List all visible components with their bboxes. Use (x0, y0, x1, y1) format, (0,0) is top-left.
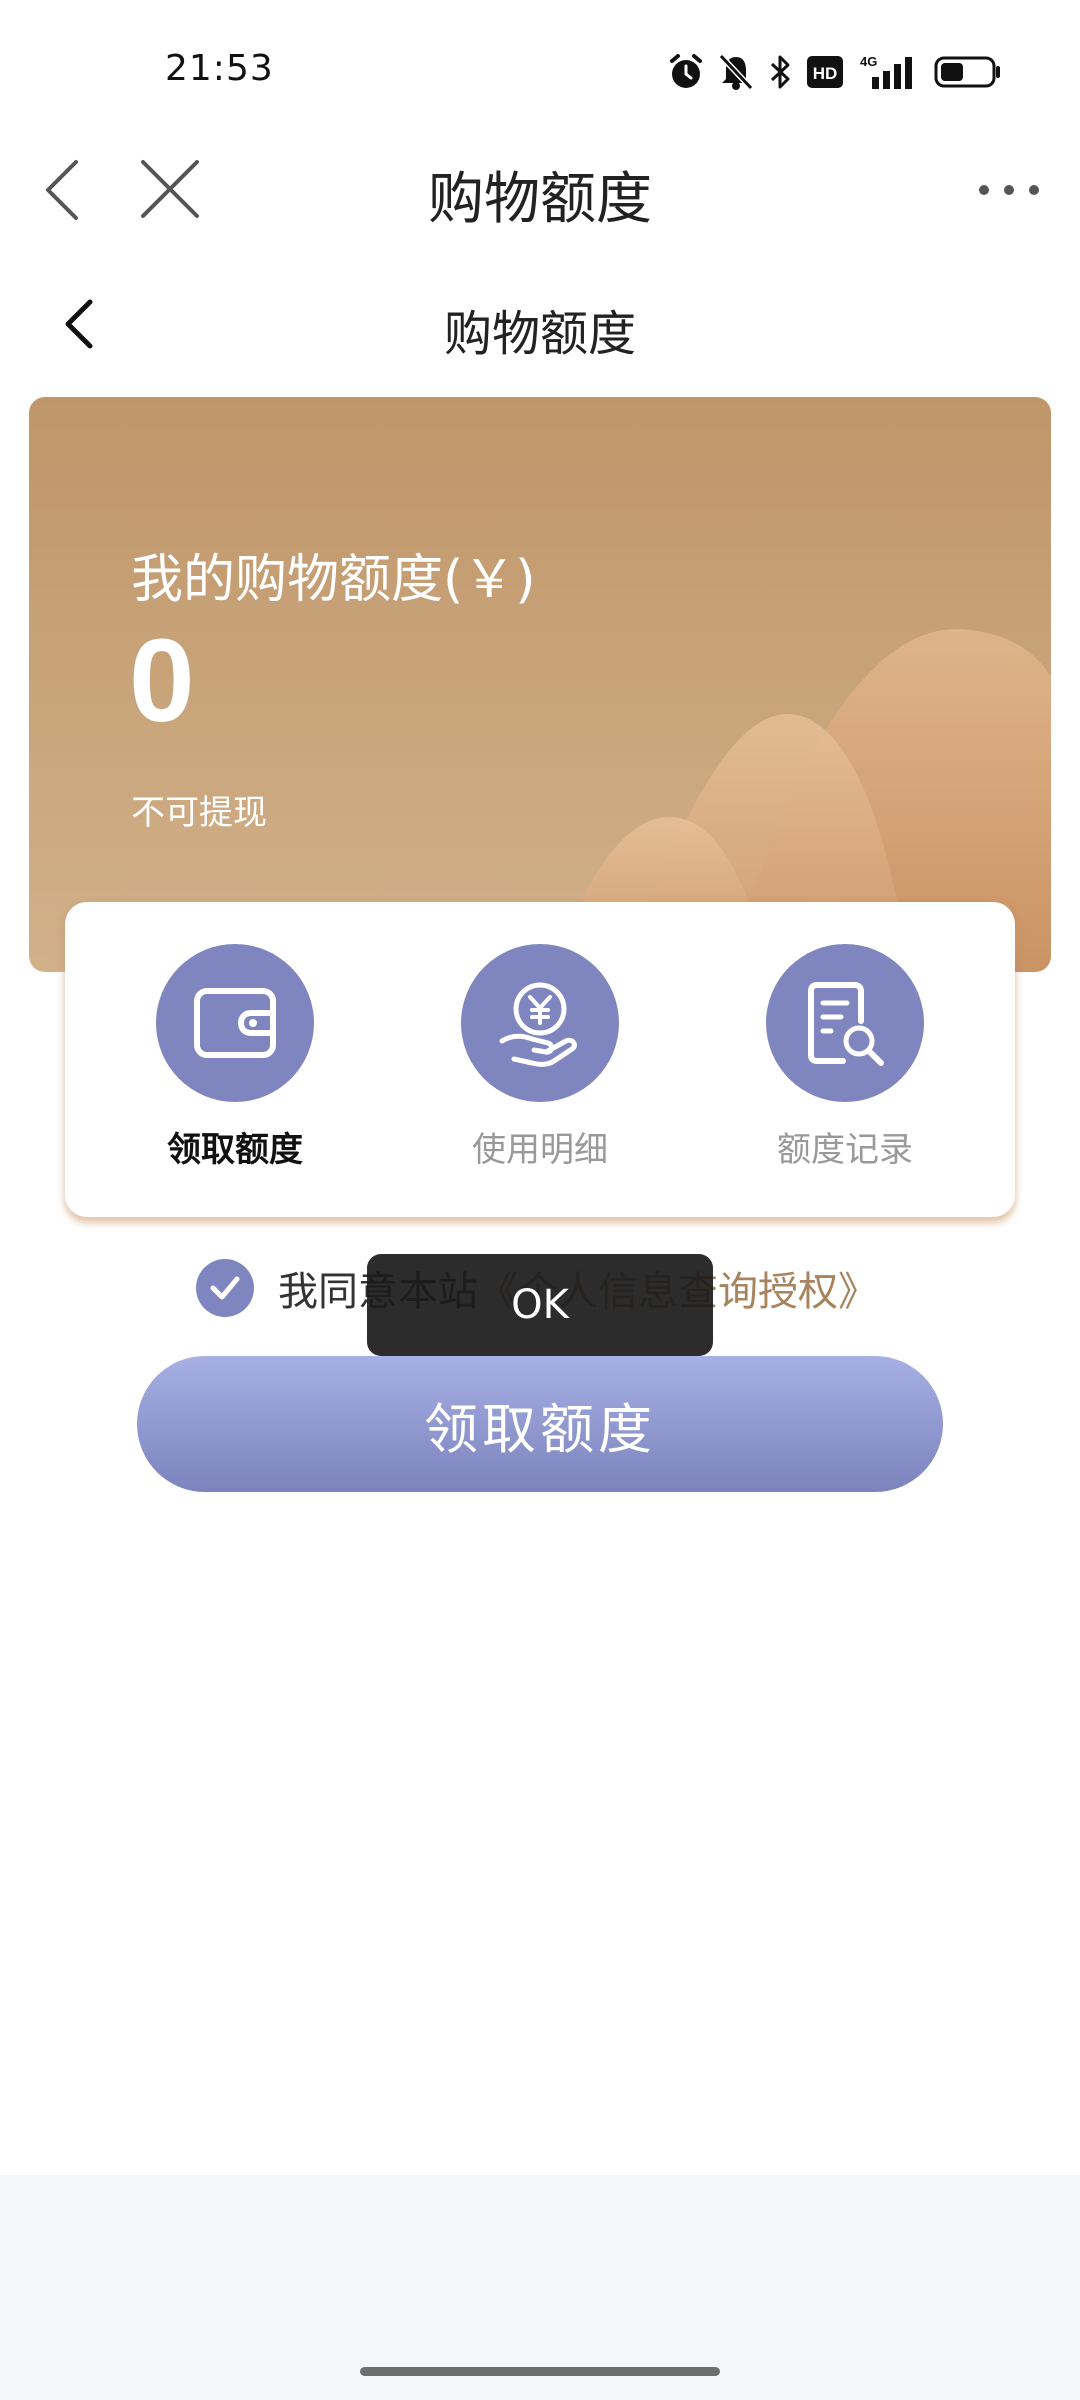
toast: OK (367, 1254, 713, 1356)
bluetooth-icon (770, 55, 790, 89)
action-records-label: 额度记录 (777, 1130, 913, 1170)
action-usage-details[interactable]: 使用明细 (440, 944, 640, 1171)
hd-icon: HD (807, 56, 843, 88)
page-title: 购物额度 (443, 306, 636, 362)
wallet-icon (194, 988, 276, 1058)
webview-top-bar: 购物额度 (0, 140, 1080, 240)
check-icon (210, 1276, 240, 1300)
quota-banner: 我的购物额度(￥) 0 不可提现 (29, 397, 1051, 972)
claim-quota-button[interactable]: 领取额度 (137, 1356, 943, 1492)
action-claim-label: 领取额度 (167, 1130, 303, 1170)
toast-text: OK (511, 1282, 569, 1328)
bell-off-icon (718, 53, 754, 91)
action-claim-circle[interactable] (156, 944, 314, 1102)
quota-amount: 0 (129, 615, 195, 747)
page-header: 购物额度 (0, 276, 1080, 372)
signal-4g-icon: 4G (860, 54, 912, 89)
yuan-hand-icon (499, 982, 577, 1067)
action-usage-circle[interactable] (461, 944, 619, 1102)
status-bar: 21:53 HD 4G (0, 0, 1080, 140)
record-search-icon (808, 982, 884, 1066)
status-icons: HD 4G (668, 50, 1002, 94)
action-quota-records[interactable]: 额度记录 (745, 944, 945, 1171)
battery-icon (934, 56, 1000, 88)
quota-label: 我的购物额度(￥) (131, 550, 536, 610)
webview-title: 购物额度 (428, 167, 652, 232)
action-claim-quota[interactable]: 领取额度 (135, 944, 335, 1171)
action-records-circle[interactable] (766, 944, 924, 1102)
hd-text: HD (813, 64, 838, 83)
alarm-icon (670, 54, 702, 88)
home-indicator[interactable] (360, 2367, 720, 2376)
quota-note: 不可提现 (131, 793, 267, 833)
status-time: 21:53 (165, 48, 274, 89)
network-text: 4G (860, 54, 877, 69)
action-card: 领取额度 使用明细 额度记录 (65, 902, 1015, 1217)
agreement-checkbox[interactable] (196, 1259, 254, 1317)
action-usage-label: 使用明细 (472, 1130, 608, 1170)
more-icon[interactable] (974, 170, 1044, 210)
